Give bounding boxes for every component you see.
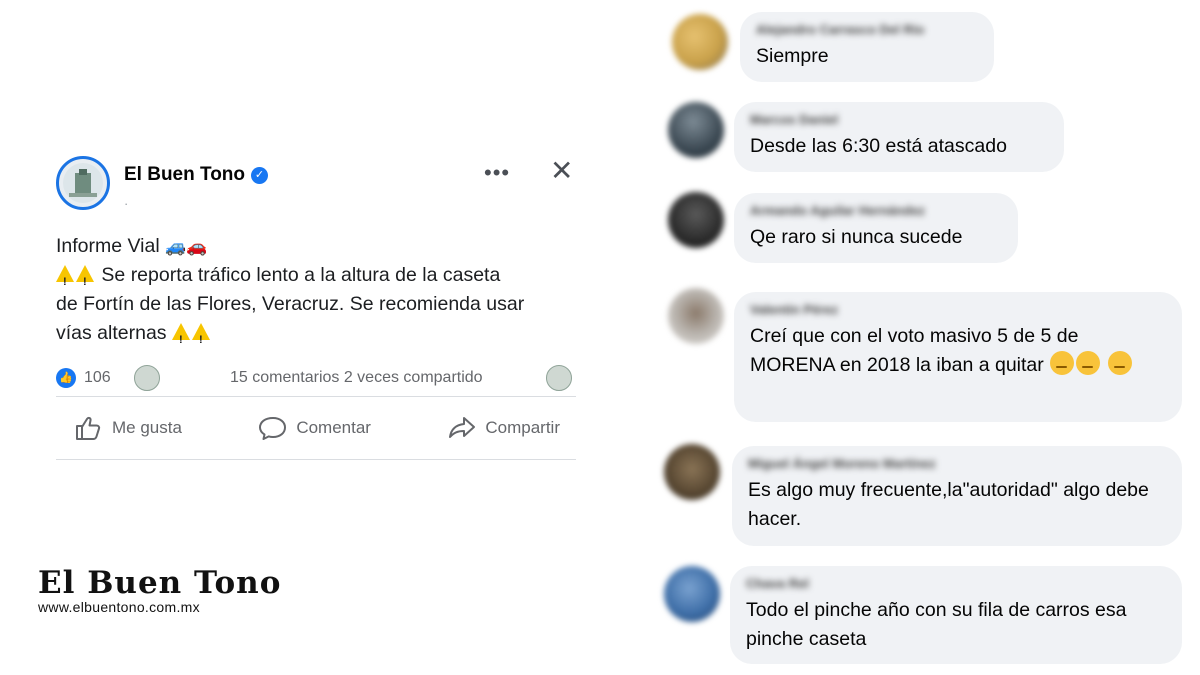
- share-icon: [449, 417, 476, 438]
- post-card: El Buen Tono ✓ · ••• ✕ Informe Vial 🚙🚗 Se…: [56, 154, 576, 460]
- page-logo-icon: [63, 163, 103, 203]
- comment-bubble: Armando Aguilar Hernández Qe raro si nun…: [734, 193, 1018, 263]
- post-stats: 👍 106 15 comentarios 2 veces compartido: [56, 360, 576, 396]
- car-icon: 🚙🚗: [165, 237, 208, 256]
- close-button[interactable]: ✕: [550, 154, 573, 187]
- brand-logo: El Buen Tono www.elbuentono.com.mx: [38, 565, 281, 615]
- commenter-avatar[interactable]: [668, 288, 724, 344]
- comment-text: Siempre: [756, 45, 829, 67]
- post-actions: Me gusta Comentar Compartir: [56, 397, 576, 459]
- viewer-avatar: [546, 365, 572, 391]
- smirk-emoji-icon: [1076, 351, 1101, 375]
- comment-bubble: Alejandro Carrasco Del Río Siempre: [740, 12, 994, 82]
- brand-url: www.elbuentono.com.mx: [38, 599, 200, 615]
- comment-button[interactable]: Comentar: [258, 414, 371, 442]
- warning-icon: [171, 323, 190, 355]
- share-button[interactable]: Compartir: [447, 414, 560, 442]
- smirk-emoji-icon: [1050, 351, 1075, 375]
- divider: [56, 459, 576, 460]
- post-title-line: Informe Vial 🚙🚗: [56, 232, 526, 261]
- share-button-label: Compartir: [485, 418, 560, 437]
- smirk-emoji-icon: [1107, 351, 1132, 375]
- post-text: Informe Vial 🚙🚗 Se reporta tráfico lento…: [56, 232, 526, 355]
- comment-bubble: Chava Rel Todo el pinche año con su fila…: [730, 566, 1182, 664]
- warning-icon: [76, 265, 94, 297]
- comment-text: Qe raro si nunca sucede: [750, 226, 963, 248]
- commenter-avatar[interactable]: [664, 566, 720, 622]
- commenter-name[interactable]: Alejandro Carrasco Del Río: [756, 20, 978, 40]
- commenter-avatar[interactable]: [664, 444, 720, 500]
- like-reaction-icon[interactable]: 👍: [56, 368, 76, 388]
- commenter-name[interactable]: Armando Aguilar Hernández: [750, 201, 1002, 221]
- comment-text-body: Creí que con el voto masivo 5 de 5 de MO…: [750, 325, 1079, 376]
- post-meta: ·: [124, 196, 129, 211]
- brand-name: El Buen Tono: [38, 565, 282, 601]
- commenter-name[interactable]: Chava Rel: [746, 574, 1166, 594]
- commenter-avatar[interactable]: [672, 14, 728, 70]
- page-avatar[interactable]: [56, 156, 110, 210]
- like-button-label: Me gusta: [112, 418, 182, 437]
- comment-icon: [259, 417, 287, 440]
- reactions-count[interactable]: 106: [84, 369, 111, 387]
- post-header: El Buen Tono ✓ · ••• ✕: [56, 154, 576, 220]
- warning-icon: [56, 265, 74, 297]
- post-body: Se reporta tráfico lento a la altura de …: [56, 261, 526, 355]
- comment-bubble: Marcos Daniel Desde las 6:30 está atasca…: [734, 102, 1064, 172]
- page-name[interactable]: El Buen Tono ✓: [124, 164, 269, 186]
- comment-bubble: Valentin Pérez Creí que con el voto masi…: [734, 292, 1182, 422]
- commenter-name[interactable]: Valentin Pérez: [750, 300, 1166, 320]
- comment-text: Todo el pinche año con su fila de carros…: [746, 599, 1127, 650]
- thumbs-up-icon: [76, 416, 101, 440]
- commenter-avatar[interactable]: [668, 102, 724, 158]
- more-options-button[interactable]: •••: [484, 160, 510, 186]
- commenter-name[interactable]: Miguel Ángel Moreno Martínez: [748, 454, 1166, 474]
- comment-bubble: Miguel Ángel Moreno Martínez Es algo muy…: [732, 446, 1182, 546]
- comment-text: Es algo muy frecuente,la"autoridad" algo…: [748, 479, 1149, 530]
- post-body-text: Se reporta tráfico lento a la altura de …: [56, 264, 525, 344]
- comment-text: Desde las 6:30 está atascado: [750, 135, 1007, 157]
- page-name-text[interactable]: El Buen Tono: [124, 164, 245, 185]
- warning-icon: [191, 323, 210, 355]
- post-title: Informe Vial: [56, 235, 160, 257]
- comment-button-label: Comentar: [296, 418, 371, 437]
- like-button[interactable]: Me gusta: [74, 414, 182, 442]
- verified-badge-icon: ✓: [251, 167, 269, 184]
- comments-shares-count[interactable]: 15 comentarios 2 veces compartido: [230, 369, 483, 387]
- reactor-avatar: [134, 365, 160, 391]
- commenter-avatar[interactable]: [668, 192, 724, 248]
- commenter-name[interactable]: Marcos Daniel: [750, 110, 1048, 130]
- comment-text: Creí que con el voto masivo 5 de 5 de MO…: [750, 322, 1166, 380]
